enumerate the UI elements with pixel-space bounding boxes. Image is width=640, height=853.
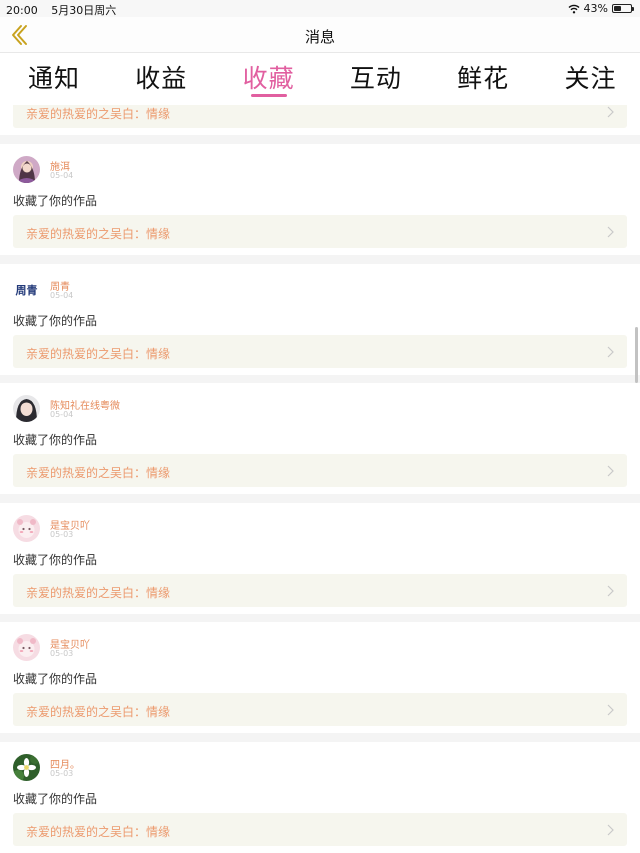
status-time: 20:00 bbox=[6, 4, 38, 17]
list-item[interactable]: 施洱 05-04 收藏了你的作品 亲爱的热爱的之吴白：情缘 bbox=[0, 144, 640, 255]
chevron-right-icon bbox=[607, 106, 614, 118]
tab-earnings[interactable]: 收益 bbox=[107, 59, 215, 95]
page-title: 消息 bbox=[304, 28, 335, 46]
tab-following[interactable]: 关注 bbox=[537, 59, 640, 95]
battery-icon bbox=[612, 4, 634, 13]
message-date: 05-04 bbox=[50, 171, 74, 180]
work-link[interactable]: 亲爱的热爱的之吴白：情缘 bbox=[13, 334, 627, 368]
tab-flowers[interactable]: 鲜花 bbox=[429, 59, 537, 95]
message-date: 05-04 bbox=[50, 410, 74, 420]
nav-bar: 消息 bbox=[0, 17, 640, 53]
list-item-partial[interactable]: 亲爱的热爱的之吴白：情缘 bbox=[0, 105, 640, 135]
scrollbar[interactable] bbox=[635, 327, 638, 383]
tab-favorites[interactable]: 收藏 bbox=[215, 59, 323, 95]
chevron-right-icon bbox=[607, 465, 614, 477]
active-tab-indicator bbox=[250, 94, 287, 97]
work-link[interactable]: 亲爱的热爱的之吴白：情缘 bbox=[13, 693, 627, 727]
svg-text:周青: 周青 bbox=[16, 283, 38, 297]
avatar[interactable] bbox=[13, 754, 40, 781]
chevron-right-icon bbox=[607, 346, 614, 358]
message-feed[interactable]: 亲爱的热爱的之吴白：情缘 施洱 05-04 收藏了你的作品 亲爱的热爱的之吴白：情缘周… bbox=[0, 105, 640, 853]
work-link[interactable]: 亲爱的热爱的之吴白：情缘 bbox=[13, 215, 627, 248]
message-date: 05-04 bbox=[50, 290, 74, 300]
action-text: 收藏了你的作品 bbox=[13, 313, 98, 328]
list-item[interactable]: 是宝贝吖 05-03 收藏了你的作品 亲爱的热爱的之吴白：情缘 bbox=[0, 502, 640, 614]
work-title: 亲爱的热爱的之吴白：情缘 bbox=[26, 227, 171, 241]
work-title: 亲爱的热爱的之吴白：情缘 bbox=[26, 825, 171, 839]
status-bar: 20:00 5月30日周六 43% bbox=[0, 0, 640, 17]
avatar[interactable] bbox=[13, 395, 40, 423]
action-text: 收藏了你的作品 bbox=[13, 433, 98, 448]
action-text: 收藏了你的作品 bbox=[13, 792, 98, 806]
work-link[interactable]: 亲爱的热爱的之吴白：情缘 bbox=[13, 813, 627, 846]
message-date: 05-03 bbox=[50, 529, 74, 539]
list-item[interactable]: 陈知礼在线粤微 05-04 收藏了你的作品 亲爱的热爱的之吴白：情缘 bbox=[0, 383, 640, 495]
chevron-right-icon bbox=[607, 704, 614, 716]
list-item[interactable]: 周青 周青 05-04 收藏了你的作品 亲爱的热爱的之吴白：情缘 bbox=[0, 263, 640, 375]
tab-bar: 通知 收益 收藏 互动 鲜花 关注 bbox=[0, 53, 640, 105]
avatar[interactable] bbox=[13, 514, 40, 542]
work-link[interactable]: 亲爱的热爱的之吴白：情缘 bbox=[13, 573, 627, 607]
work-title: 亲爱的热爱的之吴白：情缘 bbox=[26, 107, 171, 121]
message-date: 05-03 bbox=[50, 649, 74, 659]
list-item[interactable]: 四月。 05-03 收藏了你的作品 亲爱的热爱的之吴白：情缘 bbox=[0, 742, 640, 853]
work-title: 亲爱的热爱的之吴白：情缘 bbox=[26, 705, 171, 720]
avatar[interactable]: 周青 bbox=[13, 275, 40, 303]
status-date: 5月30日周六 bbox=[51, 4, 117, 17]
chevron-right-icon bbox=[607, 824, 614, 836]
chevron-right-icon bbox=[607, 226, 614, 238]
action-text: 收藏了你的作品 bbox=[13, 672, 98, 687]
work-title: 亲爱的热爱的之吴白：情缘 bbox=[26, 466, 171, 481]
work-title: 亲爱的热爱的之吴白：情缘 bbox=[26, 585, 171, 600]
list-item[interactable]: 是宝贝吖 05-03 收藏了你的作品 亲爱的热爱的之吴白：情缘 bbox=[0, 622, 640, 734]
work-link[interactable]: 亲爱的热爱的之吴白：情缘 bbox=[13, 454, 627, 488]
wifi-icon bbox=[568, 4, 580, 13]
battery-percent: 43% bbox=[583, 2, 608, 15]
avatar[interactable] bbox=[13, 634, 40, 662]
chevron-right-icon bbox=[607, 585, 614, 597]
tab-notifications[interactable]: 通知 bbox=[0, 59, 108, 95]
message-date: 05-03 bbox=[50, 769, 74, 778]
avatar[interactable] bbox=[13, 156, 40, 183]
tab-interactions[interactable]: 互动 bbox=[322, 59, 430, 95]
action-text: 收藏了你的作品 bbox=[13, 194, 98, 208]
work-title: 亲爱的热爱的之吴白：情缘 bbox=[26, 346, 171, 361]
action-text: 收藏了你的作品 bbox=[13, 552, 98, 567]
work-link[interactable]: 亲爱的热爱的之吴白：情缘 bbox=[13, 105, 627, 128]
